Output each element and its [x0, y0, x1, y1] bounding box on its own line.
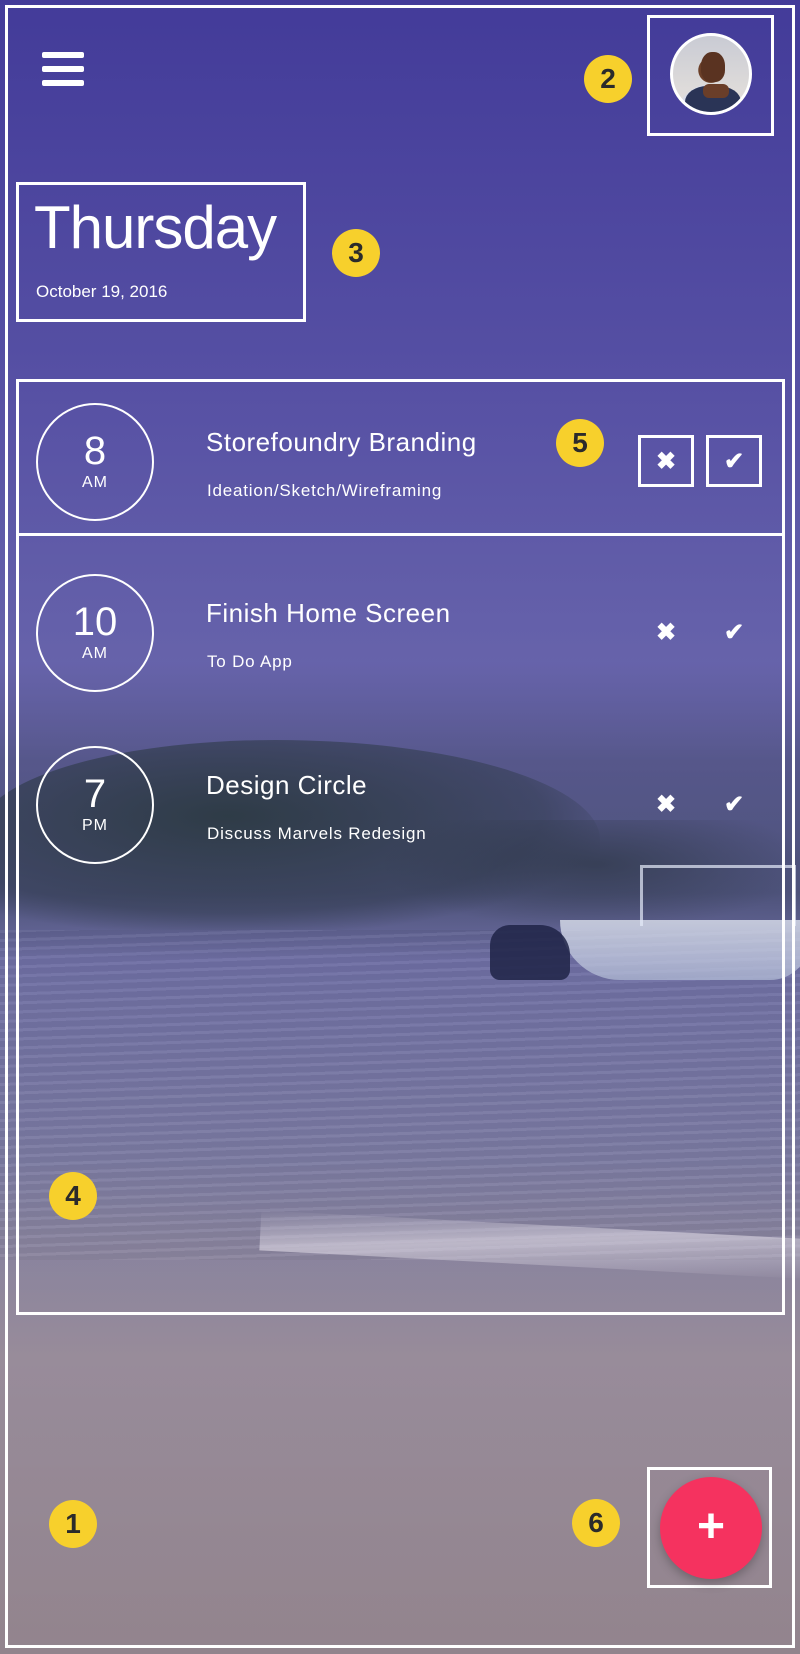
menu-icon[interactable] — [42, 52, 86, 86]
task-ampm: AM — [82, 474, 108, 491]
task-time: 10 AM — [36, 574, 154, 692]
dismiss-task-button[interactable]: ✖ — [638, 435, 694, 487]
task-ampm: AM — [82, 645, 108, 662]
dismiss-task-button[interactable]: ✖ — [638, 606, 694, 658]
task-hour: 7 — [83, 772, 107, 816]
complete-task-button[interactable]: ✔ — [706, 435, 762, 487]
task-item[interactable]: 10 AM Finish Home Screen To Do App ✖ ✔ — [20, 554, 782, 704]
dismiss-task-button[interactable]: ✖ — [638, 778, 694, 830]
complete-task-button[interactable]: ✔ — [706, 606, 762, 658]
annotation-badge-5: 5 — [556, 419, 604, 467]
annotation-badge-2: 2 — [584, 55, 632, 103]
task-item[interactable]: 8 AM Storefoundry Branding Ideation/Sket… — [20, 383, 782, 533]
task-hour: 10 — [72, 600, 118, 644]
task-time: 8 AM — [36, 403, 154, 521]
app-screen: Thursday October 19, 2016 8 AM Storefoun… — [0, 0, 800, 1654]
date-subtitle: October 19, 2016 — [36, 282, 168, 301]
annotation-badge-6: 6 — [572, 1499, 620, 1547]
complete-task-button[interactable]: ✔ — [706, 778, 762, 830]
task-item[interactable]: 7 PM Design Circle Discuss Marvels Redes… — [20, 726, 782, 876]
task-subtitle: Discuss Marvels Redesign — [207, 824, 427, 843]
annotation-badge-1: 1 — [49, 1500, 97, 1548]
user-avatar[interactable] — [670, 33, 752, 115]
task-title: Finish Home Screen — [206, 598, 451, 628]
task-title: Storefoundry Branding — [206, 427, 477, 457]
task-title: Design Circle — [206, 770, 368, 800]
annotation-badge-3: 3 — [332, 229, 380, 277]
task-time: 7 PM — [36, 746, 154, 864]
add-task-button[interactable]: + — [660, 1477, 762, 1579]
task-subtitle: To Do App — [207, 652, 293, 671]
task-ampm: PM — [82, 817, 108, 834]
task-subtitle: Ideation/Sketch/Wireframing — [207, 481, 443, 500]
day-title: Thursday — [34, 194, 277, 261]
task-hour: 8 — [83, 429, 107, 473]
annotation-badge-4: 4 — [49, 1172, 97, 1220]
